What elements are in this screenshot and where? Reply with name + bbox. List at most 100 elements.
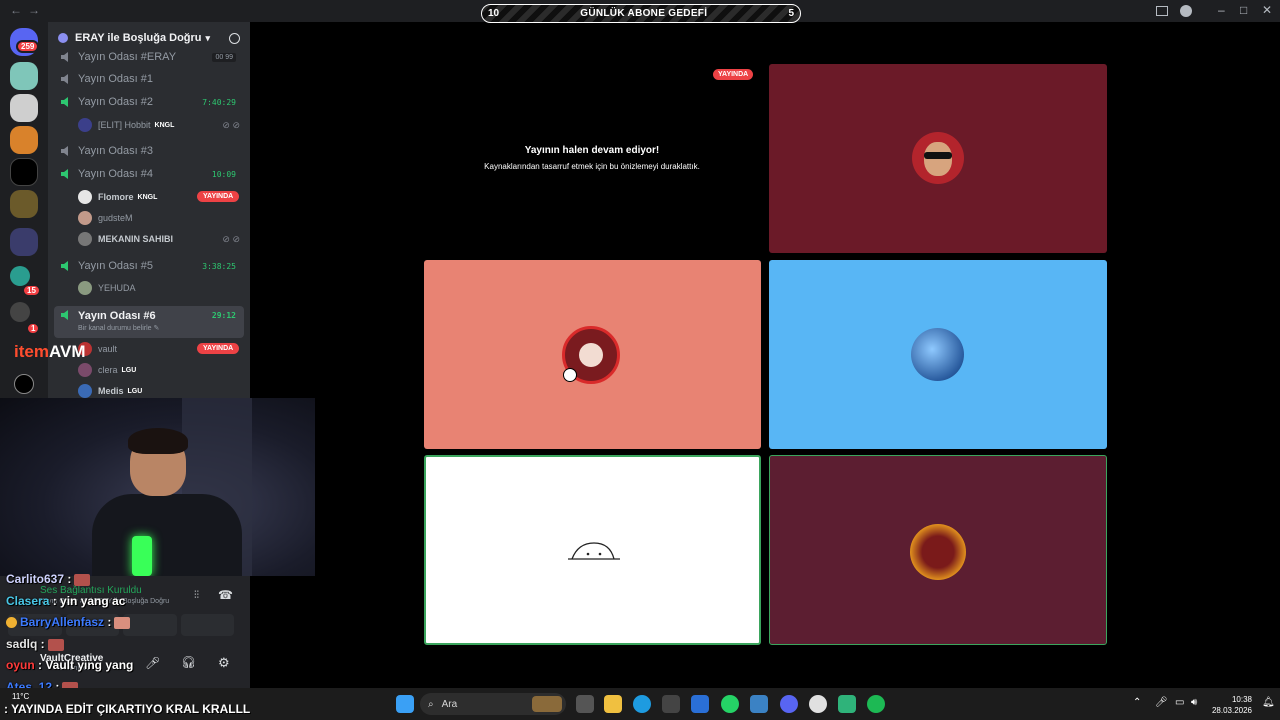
guild-tag: LGU <box>121 366 137 374</box>
server-icon-active[interactable] <box>10 126 38 154</box>
obs-icon[interactable] <box>809 695 827 713</box>
windows-start-icon[interactable] <box>396 695 414 713</box>
voice-user-medis[interactable]: Medis LGU <box>78 382 142 398</box>
channel-timer: 3:38:25 <box>202 261 236 271</box>
channel-yayin-4[interactable]: Yayın Odası #4 10:09 <box>54 164 244 184</box>
inbox-icon[interactable] <box>1156 6 1168 16</box>
microphone-icon[interactable]: 🎤︎ <box>145 656 160 670</box>
participant-tile-5[interactable] <box>769 455 1107 645</box>
maximize-button[interactable]: □ <box>1240 3 1247 17</box>
avatar <box>78 118 92 132</box>
voice-user-mekan[interactable]: MEKANIN SAHIBI <box>78 230 173 248</box>
file-explorer-icon[interactable] <box>604 695 622 713</box>
channel-status[interactable]: Bir kanal durumu belirle ✎ <box>78 324 159 332</box>
voice-user-hobbit[interactable]: [ELIT] Hobbit KNGL <box>78 116 174 134</box>
logo-part-item: item <box>14 342 49 361</box>
channel-name: Yayın Odası #1 <box>78 73 154 85</box>
server-name: ERAY ile Boşluğa Doğru <box>75 32 202 44</box>
streamer-body <box>92 494 242 576</box>
minimize-button[interactable]: – <box>1218 3 1225 17</box>
soundboard-button[interactable] <box>180 614 234 636</box>
channel-yayin-2[interactable]: Yayın Odası #2 7:40:29 <box>54 92 244 112</box>
headphones-icon[interactable]: 🎧︎ <box>181 655 196 669</box>
channel-yayin-eray[interactable]: Yayın Odası #ERAY 00 99 <box>54 47 244 67</box>
channel-yayin-1[interactable]: Yayın Odası #1 <box>54 69 244 89</box>
network-icon[interactable]: ▭ <box>1175 697 1184 708</box>
voice-user-yehuda[interactable]: YEHUDA <box>78 279 136 297</box>
chat-message: Clasera : yin yang ac <box>6 594 125 608</box>
muted-deafened-icon: ⊘ ⊘ <box>222 234 240 244</box>
search-placeholder: Ara <box>441 698 458 710</box>
voice-user-gudstem[interactable]: gudsteM <box>78 209 133 227</box>
weather-temp[interactable]: 11°C <box>12 692 29 701</box>
tray-overflow-icon[interactable]: ⌃ <box>1133 697 1141 708</box>
back-arrow-icon[interactable]: ← <box>10 3 22 17</box>
discord-taskbar-icon[interactable] <box>780 695 798 713</box>
mail-icon[interactable] <box>691 695 709 713</box>
server-folder-1[interactable] <box>10 190 38 218</box>
spotify-icon[interactable] <box>867 695 885 713</box>
chat-username: sadlq <box>6 637 38 651</box>
discover-icon[interactable] <box>14 374 34 394</box>
edge-icon[interactable] <box>633 695 651 713</box>
voice-user-flomore[interactable]: Flomore KNGL <box>78 188 157 206</box>
peeking-creature-icon <box>568 542 620 560</box>
taskbar-clock[interactable]: 10:38 28.03.2026 <box>1212 694 1252 716</box>
tray-mic-icon[interactable]: 🎤︎ <box>1155 697 1168 708</box>
channel-timer: 29:12 <box>211 311 236 320</box>
store-icon[interactable] <box>662 695 680 713</box>
channel-yayin-5[interactable]: Yayın Odası #5 3:38:25 <box>54 256 244 276</box>
server-boost-icon <box>58 33 68 43</box>
add-member-icon[interactable] <box>229 32 240 44</box>
streamer-hair <box>128 428 188 454</box>
avatar <box>78 363 92 377</box>
home-notification-badge: 259 <box>16 40 40 53</box>
avatar <box>78 384 92 398</box>
emote-icon <box>114 616 131 629</box>
activities-button[interactable] <box>123 614 177 636</box>
channel-yayin-6-active[interactable]: Yayın Odası #6 29:12 Bir kanal durumu be… <box>54 306 244 338</box>
voice-user-clera[interactable]: clera LGU <box>78 361 136 379</box>
streamlabs-icon[interactable] <box>838 695 856 713</box>
close-button[interactable]: ✕ <box>1262 3 1272 17</box>
channel-yayin-3[interactable]: Yayın Odası #3 <box>54 141 244 161</box>
forward-arrow-icon[interactable]: → <box>28 3 40 17</box>
chevron-down-icon: ▾ <box>205 32 211 43</box>
channel-name: Yayın Odası #2 <box>78 96 154 108</box>
user-name: clera <box>98 365 118 375</box>
help-icon[interactable] <box>1180 5 1192 17</box>
notification-icon[interactable]: 🔔︎ <box>1262 697 1275 708</box>
noise-suppression-icon[interactable]: ⫶⫶ <box>194 590 199 601</box>
speaker-icon <box>61 261 68 271</box>
disconnect-icon[interactable]: ☎ <box>218 588 233 602</box>
server-icon-4[interactable] <box>10 158 38 186</box>
taskbar-search[interactable]: ⌕ Ara <box>420 693 566 715</box>
app-icon[interactable] <box>750 695 768 713</box>
speaker-icon <box>61 310 68 320</box>
participant-tile-1[interactable] <box>769 64 1107 253</box>
goal-title: GÜNLÜK ABONE GEDEFİ <box>580 8 708 19</box>
participant-tile-2[interactable] <box>424 260 761 449</box>
whatsapp-icon[interactable] <box>721 695 739 713</box>
channel-name: Yayın Odası #ERAY <box>78 51 177 63</box>
goal-target: 5 <box>788 8 794 19</box>
user-name: [ELIT] Hobbit <box>98 120 151 130</box>
server-icon-6[interactable] <box>10 302 30 322</box>
server-folder-2[interactable] <box>10 228 38 256</box>
live-badge: YAYINDA <box>197 191 240 202</box>
avatar <box>78 190 92 204</box>
chat-username: Carlito637 <box>6 572 65 586</box>
chat-message: oyun : Vault ying yang <box>6 658 133 672</box>
volume-icon[interactable]: 🔊︎ <box>1191 697 1197 708</box>
participant-tile-4-speaking[interactable] <box>424 455 761 645</box>
channel-name: Yayın Odası #4 <box>78 168 154 180</box>
server-icon-2[interactable] <box>10 94 38 122</box>
chat-message: Carlito637 : <box>6 572 91 586</box>
participant-avatar <box>910 524 966 580</box>
settings-gear-icon[interactable]: ⚙ <box>218 655 230 671</box>
server-icon-1[interactable] <box>10 62 38 90</box>
participant-tile-3[interactable] <box>769 260 1107 449</box>
speaker-icon <box>61 52 68 62</box>
task-view-icon[interactable] <box>576 695 594 713</box>
server-icon-5[interactable] <box>10 266 30 286</box>
